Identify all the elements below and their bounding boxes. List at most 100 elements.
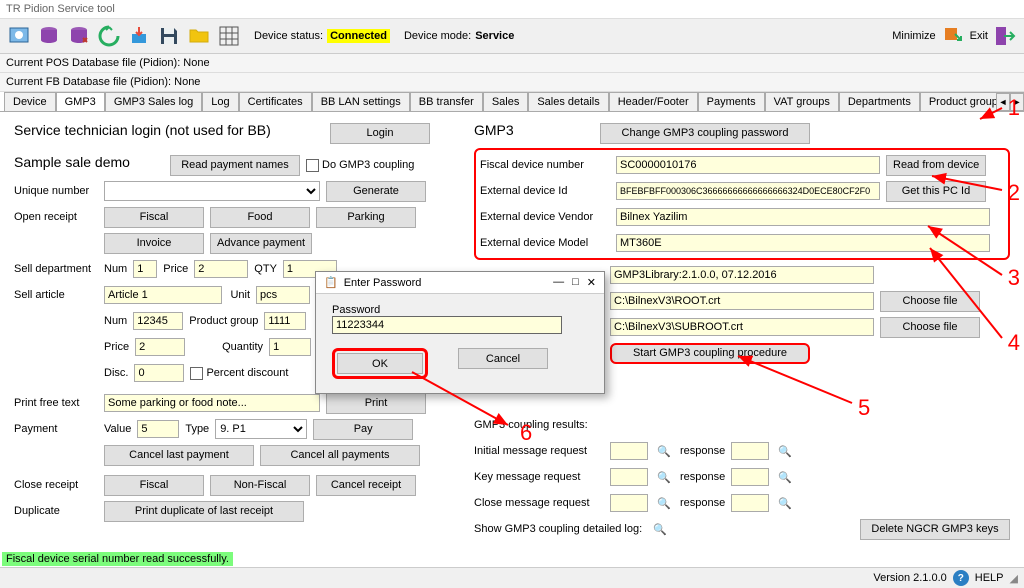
cancel-button[interactable]: Cancel (458, 348, 548, 369)
minimize-icon[interactable] (940, 23, 966, 49)
choose-file-2-button[interactable]: Choose file (880, 317, 980, 338)
toolbar-icon-5[interactable] (126, 23, 152, 49)
price2-label: Price (104, 341, 129, 353)
pay-button[interactable]: Pay (313, 419, 413, 440)
close-receipt-label: Close receipt (14, 479, 98, 491)
init-req-input[interactable] (610, 442, 648, 460)
invoice-button[interactable]: Invoice (104, 233, 204, 254)
tab-gmp3-sales-log[interactable]: GMP3 Sales log (105, 92, 202, 111)
change-pwd-button[interactable]: Change GMP3 coupling password (600, 123, 810, 144)
magnify-icon[interactable]: 🔍 (650, 519, 670, 539)
modal-maximize-icon[interactable]: □ (572, 276, 579, 289)
cancel-last-button[interactable]: Cancel last payment (104, 445, 254, 466)
cancel-all-button[interactable]: Cancel all payments (260, 445, 420, 466)
cancel-receipt-button[interactable]: Cancel receipt (316, 475, 416, 496)
password-input[interactable] (332, 316, 562, 334)
minimize-label: Minimize (892, 30, 935, 42)
tab-payments[interactable]: Payments (698, 92, 765, 111)
help-label[interactable]: HELP (975, 572, 1004, 584)
save-icon[interactable] (156, 23, 182, 49)
tab-departments[interactable]: Departments (839, 92, 920, 111)
value-input[interactable] (137, 420, 179, 438)
open-icon[interactable] (186, 23, 212, 49)
ext-vendor-input[interactable] (616, 208, 990, 226)
price2-input[interactable] (135, 338, 185, 356)
ext-model-input[interactable] (616, 234, 990, 252)
open-receipt-label: Open receipt (14, 211, 98, 223)
tab-sales-details[interactable]: Sales details (528, 92, 608, 111)
tab-log[interactable]: Log (202, 92, 238, 111)
ok-button[interactable]: OK (337, 353, 423, 374)
help-icon[interactable]: ? (953, 570, 969, 586)
do-gmp3-label: Do GMP3 coupling (322, 159, 414, 171)
toolbar-icon-3[interactable] (66, 23, 92, 49)
unique-select[interactable] (104, 181, 320, 201)
duplicate-button[interactable]: Print duplicate of last receipt (104, 501, 304, 522)
article-input[interactable] (104, 286, 222, 304)
num2-input[interactable] (133, 312, 183, 330)
price-input[interactable] (194, 260, 248, 278)
modal-form-icon: 📋 (324, 276, 338, 289)
magnify-icon[interactable]: 🔍 (654, 493, 674, 513)
unit-input[interactable] (256, 286, 310, 304)
food-button[interactable]: Food (210, 207, 310, 228)
fiscal-dev-label: Fiscal device number (480, 159, 610, 171)
toolbar-icon-4[interactable] (96, 23, 122, 49)
parking-button[interactable]: Parking (316, 207, 416, 228)
type-select[interactable]: 9. P1 (215, 419, 307, 439)
read-device-button[interactable]: Read from device (886, 155, 986, 176)
magnify-icon[interactable]: 🔍 (775, 467, 795, 487)
get-pc-button[interactable]: Get this PC Id (886, 181, 986, 202)
fiscal-button[interactable]: Fiscal (104, 207, 204, 228)
do-gmp3-checkbox[interactable] (306, 159, 319, 172)
nonfiscal-button[interactable]: Non-Fiscal (210, 475, 310, 496)
modal-close-icon[interactable]: ✕ (587, 276, 596, 289)
lib-input[interactable] (610, 266, 874, 284)
key-resp-input[interactable] (731, 468, 769, 486)
tab-certificates[interactable]: Certificates (239, 92, 312, 111)
start-proc-button[interactable]: Start GMP3 coupling procedure (610, 343, 810, 364)
print-free-input[interactable] (104, 394, 320, 412)
magnify-icon[interactable]: 🔍 (654, 467, 674, 487)
toolbar-icon-1[interactable] (6, 23, 32, 49)
grid-icon[interactable] (216, 23, 242, 49)
percent-checkbox[interactable] (190, 367, 203, 380)
device-mode-label: Device mode: (404, 30, 471, 42)
fiscal2-button[interactable]: Fiscal (104, 475, 204, 496)
disc-input[interactable] (134, 364, 184, 382)
tab-bb-lan[interactable]: BB LAN settings (312, 92, 410, 111)
delete-keys-button[interactable]: Delete NGCR GMP3 keys (860, 519, 1010, 540)
tab-sales[interactable]: Sales (483, 92, 529, 111)
tab-bb-transfer[interactable]: BB transfer (410, 92, 483, 111)
login-button[interactable]: Login (330, 123, 430, 144)
magnify-icon[interactable]: 🔍 (775, 441, 795, 461)
init-resp-input[interactable] (731, 442, 769, 460)
advance-button[interactable]: Advance payment (210, 233, 312, 254)
toolbar-icon-2[interactable] (36, 23, 62, 49)
resize-grip-icon[interactable]: ◢ (1010, 572, 1018, 585)
show-log-label: Show GMP3 coupling detailed log: (474, 523, 644, 535)
subroot-input[interactable] (610, 318, 874, 336)
exit-icon[interactable] (992, 23, 1018, 49)
tab-device[interactable]: Device (4, 92, 56, 111)
modal-minimize-icon[interactable]: — (553, 276, 564, 289)
key-req-input[interactable] (610, 468, 648, 486)
close-resp-input[interactable] (731, 494, 769, 512)
quantity-input[interactable] (269, 338, 311, 356)
tab-vat-groups[interactable]: VAT groups (765, 92, 839, 111)
magnify-icon[interactable]: 🔍 (775, 493, 795, 513)
choose-file-1-button[interactable]: Choose file (880, 291, 980, 312)
tab-gmp3[interactable]: GMP3 (56, 92, 105, 112)
print-button[interactable]: Print (326, 393, 426, 414)
num-input[interactable] (133, 260, 157, 278)
pgroup-input[interactable] (264, 312, 306, 330)
demo-title: Sample sale demo (14, 154, 164, 170)
root-input[interactable] (610, 292, 874, 310)
read-payment-button[interactable]: Read payment names (170, 155, 300, 176)
ext-id-input[interactable] (616, 182, 880, 200)
magnify-icon[interactable]: 🔍 (654, 441, 674, 461)
tab-header-footer[interactable]: Header/Footer (609, 92, 698, 111)
close-req-input[interactable] (610, 494, 648, 512)
generate-button[interactable]: Generate (326, 181, 426, 202)
fiscal-dev-input[interactable] (616, 156, 880, 174)
